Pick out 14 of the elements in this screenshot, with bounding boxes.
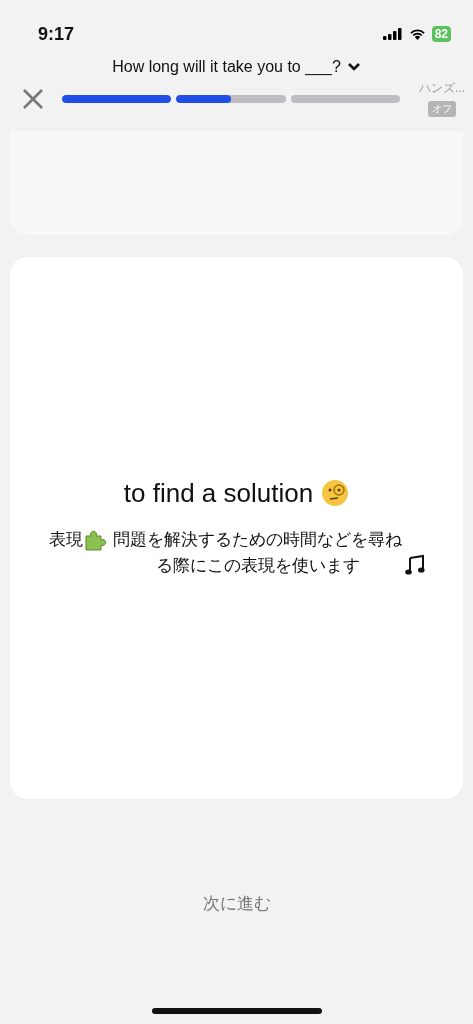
- monocle-face-icon: [321, 479, 350, 507]
- chevron-down-icon[interactable]: [346, 62, 361, 72]
- phrase-text: to find a solution: [123, 477, 314, 509]
- next-button[interactable]: 次に進む: [196, 891, 277, 916]
- puzzle-icon: [82, 528, 107, 551]
- signal-icon: [382, 28, 403, 40]
- question-title: How long will it take you to ___?: [112, 58, 341, 76]
- status-time: 9:17: [38, 23, 75, 45]
- handsfree-label: ハンズ...: [419, 80, 465, 97]
- note-text: 問題を解決するための時間などを尋ねる際にこの表現を使います: [112, 528, 403, 577]
- wifi-icon: [408, 28, 426, 40]
- note-label: 表現: [48, 528, 83, 551]
- music-note-icon: [404, 553, 425, 576]
- battery-level: 82: [431, 26, 451, 42]
